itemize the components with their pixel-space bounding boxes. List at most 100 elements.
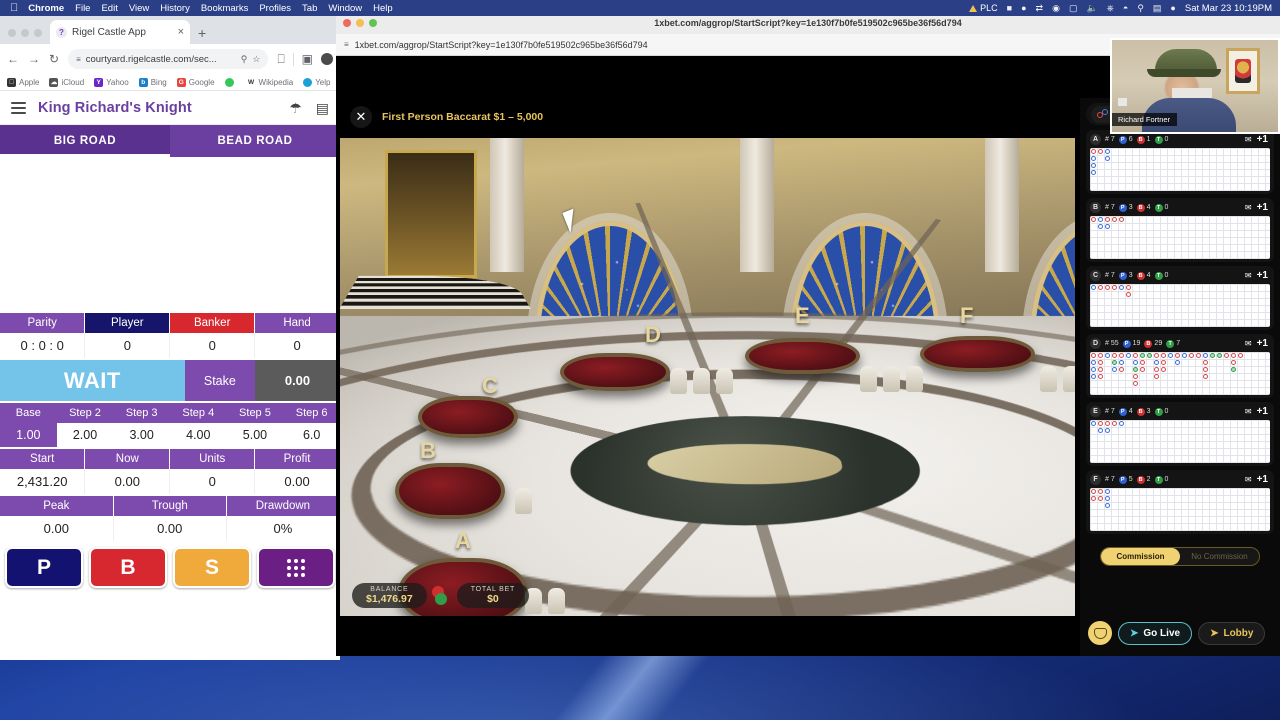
- minimize-window-button[interactable]: [356, 19, 364, 27]
- plus-one-label[interactable]: +1: [1257, 270, 1268, 281]
- bookmark-apple[interactable]:  Apple: [7, 77, 39, 87]
- tab-big-road[interactable]: BIG ROAD: [0, 125, 170, 157]
- hamburger-menu-icon[interactable]: [11, 101, 26, 114]
- forward-icon[interactable]: →: [28, 53, 40, 65]
- plus-one-label[interactable]: +1: [1257, 474, 1268, 485]
- menu-item-edit[interactable]: Edit: [101, 3, 117, 14]
- broom-icon[interactable]: ✉: [1245, 339, 1252, 348]
- roadmap-card-f[interactable]: F # 7 P 5 B 2 T 0 ✉ +1: [1086, 470, 1274, 534]
- baccarat-table-d[interactable]: [560, 353, 670, 391]
- menu-bar-clock[interactable]: Sat Mar 23 10:19PM: [1185, 3, 1272, 14]
- location-icon[interactable]: ●: [1021, 3, 1026, 13]
- menu-item-bookmarks[interactable]: Bookmarks: [201, 3, 249, 14]
- menu-item-chrome[interactable]: Chrome: [28, 3, 64, 14]
- menu-item-tab[interactable]: Tab: [302, 3, 317, 14]
- go-live-button[interactable]: ➤ Go Live: [1118, 621, 1193, 645]
- menu-item-view[interactable]: View: [129, 3, 149, 14]
- search-icon[interactable]: ⚲: [1137, 3, 1144, 13]
- baccarat-table-c[interactable]: [418, 396, 518, 438]
- close-tab-icon[interactable]: ×: [178, 26, 184, 38]
- commission-toggle[interactable]: Commission No Commission: [1100, 547, 1260, 566]
- plus-one-label[interactable]: +1: [1257, 202, 1268, 213]
- plus-one-label[interactable]: +1: [1257, 134, 1268, 145]
- browser-tab-rigel-castle-app[interactable]: ? Rigel Castle App ×: [50, 20, 190, 44]
- roadmap-card-a[interactable]: A # 7 P 6 B 1 T 0 ✉ +1: [1086, 130, 1274, 194]
- timemachine-icon[interactable]: ◉: [1052, 3, 1060, 13]
- dropbox-icon[interactable]: ⇄: [1036, 3, 1044, 13]
- baccarat-table-b[interactable]: [395, 463, 505, 519]
- roadmap-card-d[interactable]: D # 55 P 19 B 29 T 7 ✉ +1: [1086, 334, 1274, 398]
- search-icon[interactable]: ⚲: [241, 54, 248, 65]
- reload-icon[interactable]: ↻: [49, 53, 59, 65]
- menu-item-file[interactable]: File: [75, 3, 90, 14]
- broom-icon[interactable]: ✉: [1245, 475, 1252, 484]
- skip-button[interactable]: S: [173, 547, 251, 588]
- address-bar[interactable]: ≡ courtyard.rigelcastle.com/sec... ⚲ ☆: [68, 49, 269, 69]
- lobby-button[interactable]: ➤ Lobby: [1198, 621, 1266, 645]
- roadmap-grid[interactable]: [1090, 284, 1270, 327]
- menu-item-help[interactable]: Help: [373, 3, 393, 14]
- bookmark-green[interactable]: [224, 77, 237, 87]
- battery-icon[interactable]: ■: [1007, 3, 1012, 13]
- site-settings-icon[interactable]: ≡: [76, 55, 81, 64]
- back-icon[interactable]: ←: [7, 53, 19, 65]
- side-panel-icon[interactable]: ⎕: [277, 53, 284, 65]
- minimize-window-button[interactable]: [21, 29, 29, 37]
- baccarat-table-e[interactable]: [745, 338, 860, 374]
- plus-one-label[interactable]: +1: [1257, 338, 1268, 349]
- game-window-traffic-lights[interactable]: [343, 19, 377, 27]
- broom-icon[interactable]: ✉: [1245, 271, 1252, 280]
- roadmap-card-e[interactable]: E # 7 P 4 B 3 T 0 ✉ +1: [1086, 402, 1274, 466]
- road-display-canvas[interactable]: [0, 157, 340, 313]
- broom-icon[interactable]: ✉: [1245, 407, 1252, 416]
- commission-off-option[interactable]: No Commission: [1180, 548, 1259, 565]
- brain-chat-icon[interactable]: ☂: [289, 101, 302, 115]
- bookmark-yelp[interactable]: Yelp: [303, 77, 330, 87]
- player-button[interactable]: P: [5, 547, 83, 588]
- screen-icon[interactable]: ▢: [1069, 3, 1078, 13]
- roadmap-grid[interactable]: [1090, 420, 1270, 463]
- siri-icon[interactable]: ●: [1170, 3, 1175, 13]
- roadmap-grid[interactable]: [1090, 148, 1270, 191]
- roadmap-card-b[interactable]: B # 7 P 3 B 4 T 0 ✉ +1: [1086, 198, 1274, 262]
- close-window-button[interactable]: [8, 29, 16, 37]
- volume-icon[interactable]: 🔈: [1086, 3, 1097, 13]
- menu-item-history[interactable]: History: [160, 3, 190, 14]
- window-traffic-lights[interactable]: [4, 29, 50, 44]
- bookmark-bing[interactable]: b Bing: [138, 77, 167, 87]
- roadmap-grid[interactable]: [1090, 216, 1270, 259]
- profile-avatar-icon[interactable]: [321, 53, 333, 65]
- banker-button[interactable]: B: [89, 547, 167, 588]
- bookmark-icloud[interactable]: ☁ iCloud: [49, 77, 84, 87]
- maximize-window-button[interactable]: [369, 19, 377, 27]
- menu-item-window[interactable]: Window: [328, 3, 362, 14]
- grid-menu-button[interactable]: [257, 547, 335, 588]
- coin-icon[interactable]: [1088, 621, 1112, 645]
- broom-icon[interactable]: ✉: [1245, 135, 1252, 144]
- baccarat-table-f[interactable]: [920, 336, 1035, 372]
- roadmap-grid[interactable]: [1090, 352, 1270, 395]
- broom-icon[interactable]: ✉: [1245, 203, 1252, 212]
- commission-on-option[interactable]: Commission: [1101, 548, 1180, 565]
- maximize-window-button[interactable]: [34, 29, 42, 37]
- roadmap-card-c[interactable]: C # 7 P 3 B 4 T 0 ✉ +1: [1086, 266, 1274, 330]
- bluetooth-icon[interactable]: ⎈: [1107, 3, 1114, 13]
- bookmark-wikipedia[interactable]: W Wikipedia: [246, 77, 293, 87]
- chips-icon[interactable]: [431, 585, 453, 606]
- controlcenter-icon[interactable]: ▤: [1153, 3, 1162, 13]
- new-tab-button[interactable]: +: [198, 26, 206, 40]
- plc-status-item[interactable]: PLC: [969, 3, 998, 13]
- webcam-overlay[interactable]: Richard Fortner: [1110, 38, 1280, 134]
- close-icon[interactable]: ✕: [350, 106, 372, 128]
- tab-bead-road[interactable]: BEAD ROAD: [170, 125, 340, 157]
- bookmark-google[interactable]: G Google: [176, 77, 215, 87]
- plus-one-label[interactable]: +1: [1257, 406, 1268, 417]
- wifi-icon[interactable]: ◓: [1123, 3, 1128, 13]
- bookmark-star-icon[interactable]: ☆: [252, 54, 260, 65]
- roadmap-grid[interactable]: [1090, 488, 1270, 531]
- site-settings-icon[interactable]: ≡: [344, 40, 349, 49]
- baccarat-3d-scene[interactable]: D E F C B A ✕ First Person Baccarat $1 –…: [340, 98, 1075, 616]
- menu-item-profiles[interactable]: Profiles: [259, 3, 291, 14]
- split-view-icon[interactable]: ▣: [302, 53, 313, 65]
- traffic-light-icon[interactable]: ▤: [316, 101, 329, 115]
